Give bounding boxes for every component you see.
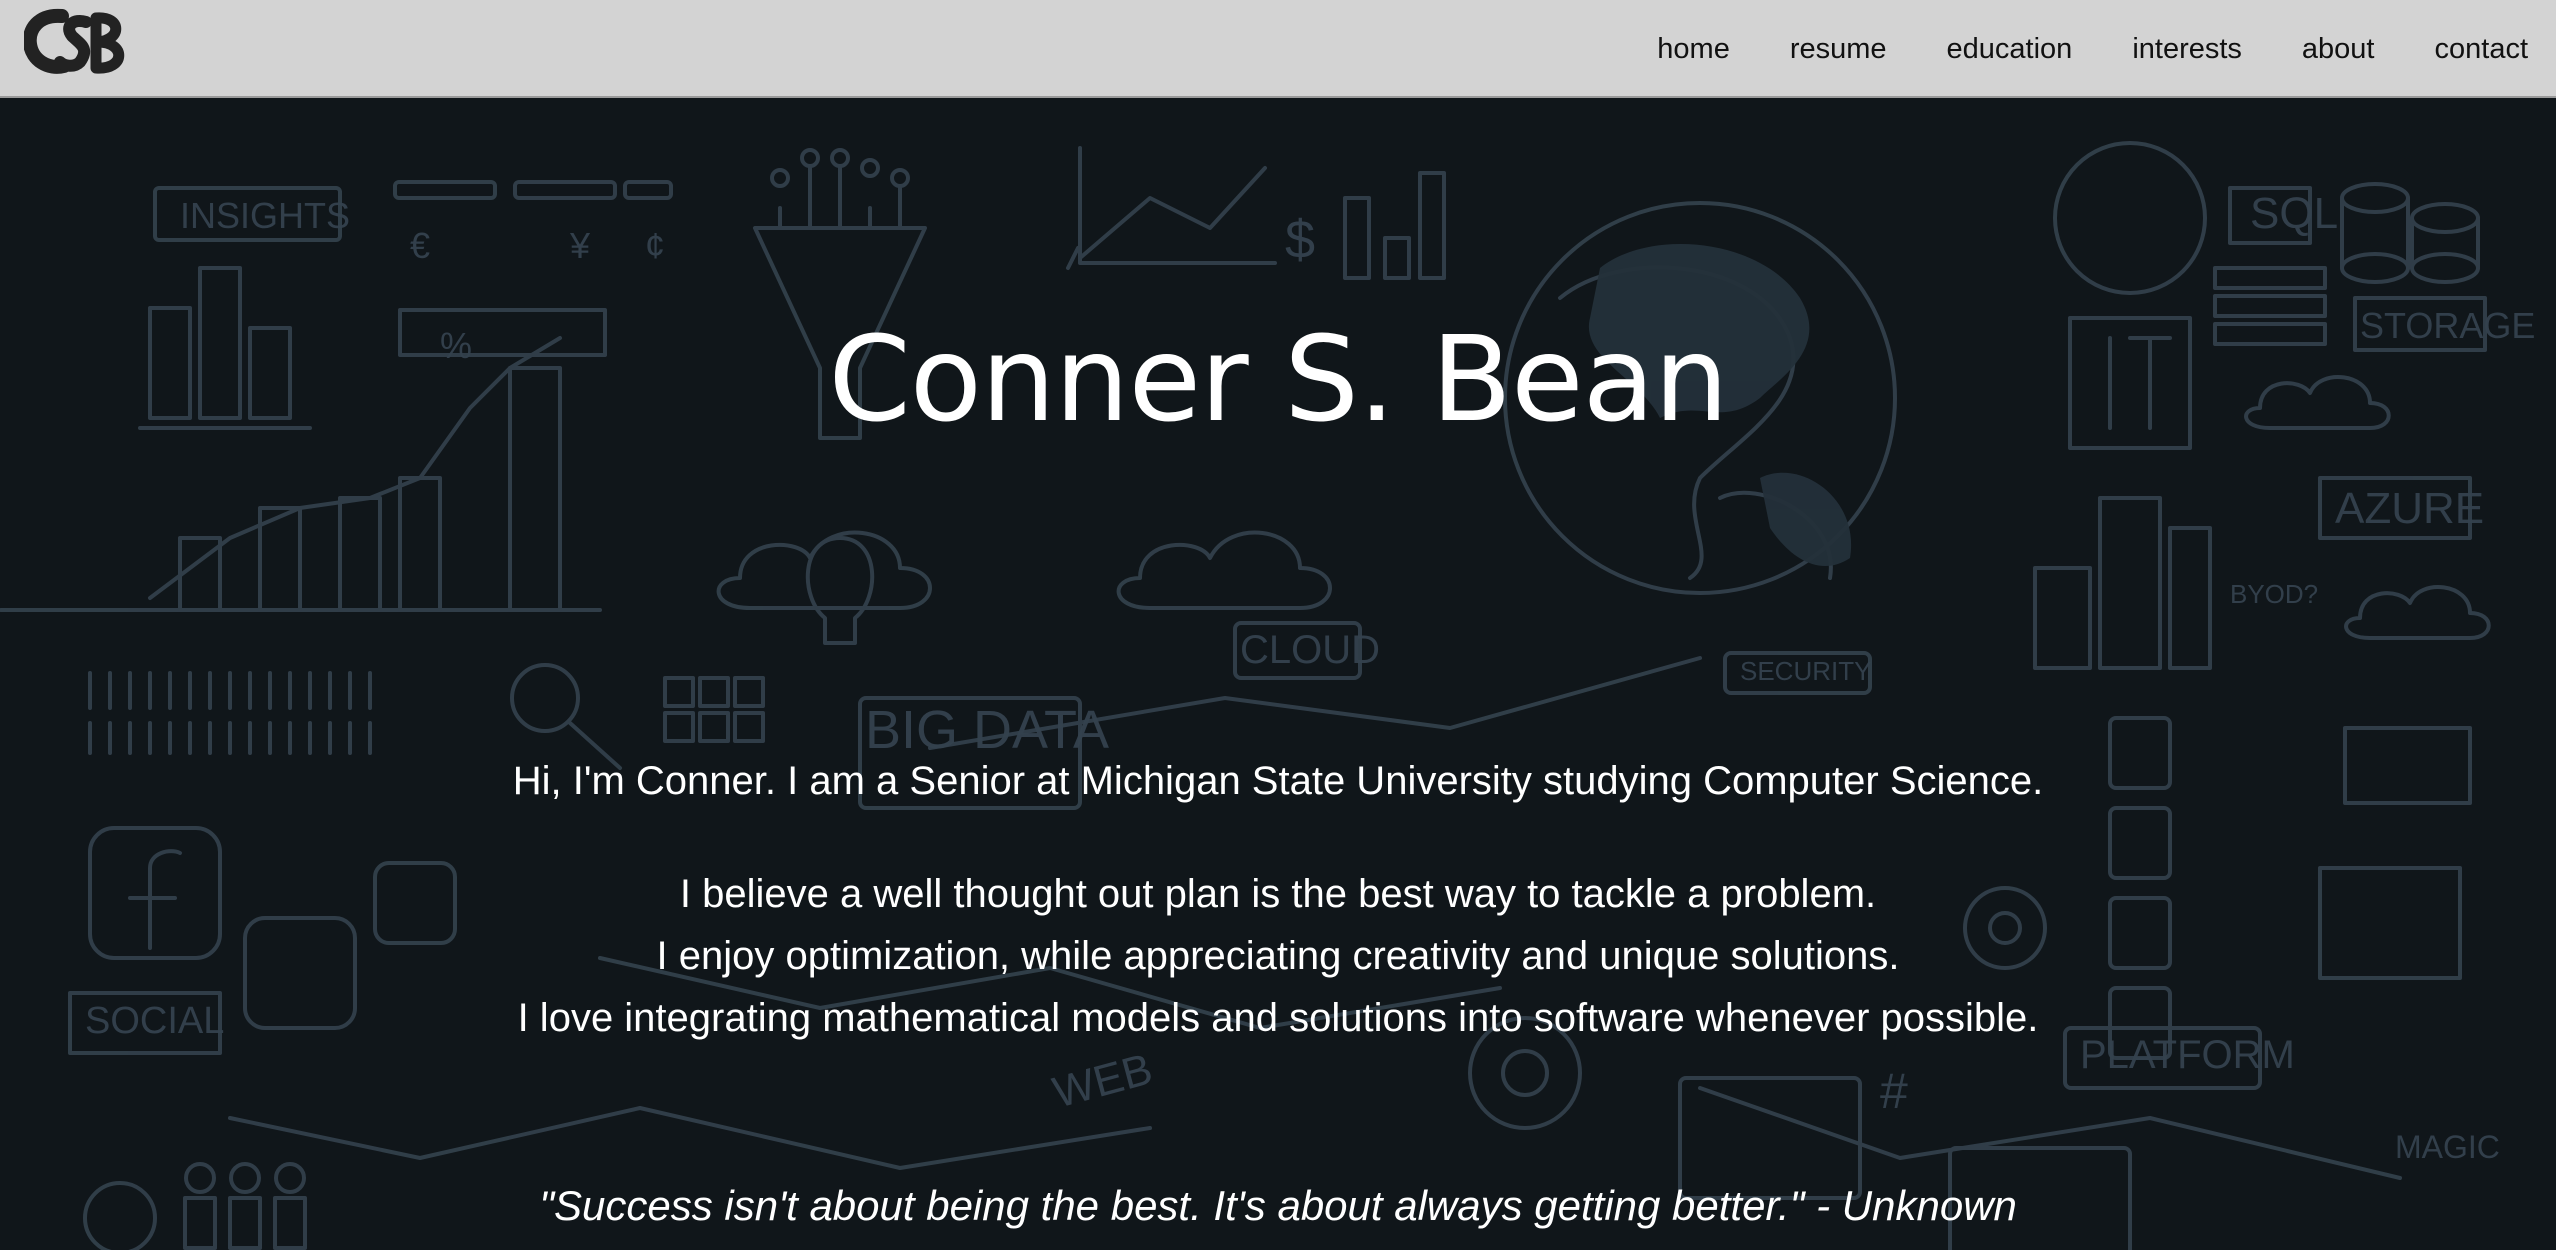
belief-line: I enjoy optimization, while appreciating… bbox=[656, 934, 1900, 978]
svg-text:WEB: WEB bbox=[1048, 1044, 1158, 1117]
svg-text:¥: ¥ bbox=[569, 225, 591, 266]
top-navbar: home resume education interests about co… bbox=[0, 0, 2556, 98]
svg-text:AZURE: AZURE bbox=[2335, 484, 2484, 533]
nav-link-about[interactable]: about bbox=[2302, 0, 2375, 98]
csb-logo-icon[interactable] bbox=[24, 8, 130, 76]
svg-text:CLOUD: CLOUD bbox=[1240, 628, 1380, 672]
svg-text:#: # bbox=[1880, 1063, 1908, 1119]
nav-link-home[interactable]: home bbox=[1657, 0, 1730, 98]
intro-text: Hi, I'm Conner. I am a Senior at Michiga… bbox=[512, 759, 2044, 803]
svg-text:BYOD?: BYOD? bbox=[2230, 579, 2318, 609]
hero-name-heading: Conner S. Bean bbox=[828, 310, 1728, 448]
svg-text:SQL: SQL bbox=[2250, 189, 2338, 238]
svg-text:SECURITY: SECURITY bbox=[1740, 656, 1871, 686]
motto-quote: "Success isn't about being the best. It'… bbox=[539, 1182, 2017, 1229]
svg-text:$: $ bbox=[1285, 210, 1315, 270]
tech-doodle-background: INSIGHTS SQL STORAGE AZURE BYOD? CLOUD B… bbox=[0, 141, 2535, 1250]
belief-line: I believe a well thought out plan is the… bbox=[679, 872, 1877, 916]
nav-link-interests[interactable]: interests bbox=[2132, 0, 2242, 98]
svg-text:€: € bbox=[410, 225, 430, 266]
beliefs-paragraph: I believe a well thought out plan is the… bbox=[0, 863, 2556, 1049]
hero-section: INSIGHTS SQL STORAGE AZURE BYOD? CLOUD B… bbox=[0, 98, 2556, 1250]
svg-text:¢: ¢ bbox=[645, 225, 665, 266]
nav-link-resume[interactable]: resume bbox=[1790, 0, 1887, 98]
svg-text:MAGIC: MAGIC bbox=[2395, 1129, 2500, 1165]
nav-link-contact[interactable]: contact bbox=[2435, 0, 2529, 98]
main-navigation: home resume education interests about co… bbox=[1657, 0, 2556, 98]
nav-link-education[interactable]: education bbox=[1947, 0, 2073, 98]
svg-text:INSIGHTS: INSIGHTS bbox=[180, 195, 350, 236]
belief-line: I love integrating mathematical models a… bbox=[517, 996, 2039, 1040]
